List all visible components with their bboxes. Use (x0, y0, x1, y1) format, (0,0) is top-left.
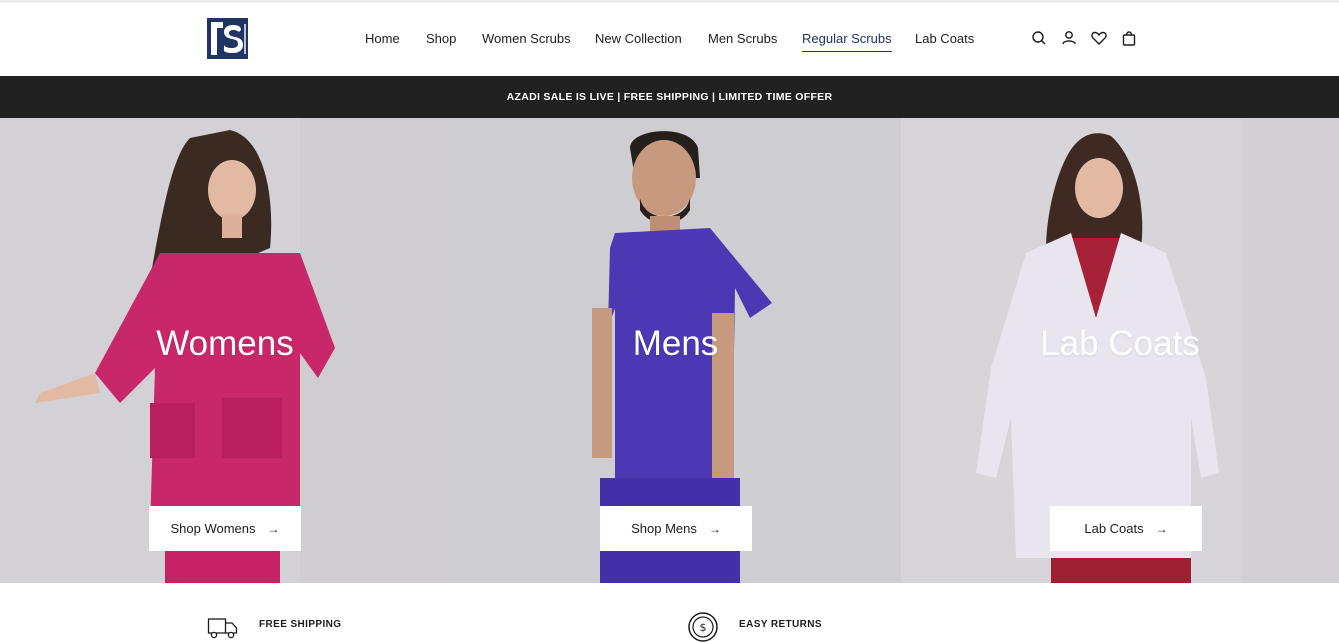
dollar-coin-icon: $ (688, 612, 718, 642)
cart-bag-icon[interactable] (1120, 29, 1138, 47)
arrow-right-icon: → (708, 522, 721, 536)
womens-panel[interactable]: Womens Shop Womens → (0, 118, 450, 583)
shop-womens-button[interactable]: Shop Womens → (149, 506, 301, 551)
mens-title: Mens (632, 324, 719, 363)
womens-title: Womens (156, 324, 294, 363)
nav-shop[interactable]: Shop (426, 31, 456, 46)
shop-womens-label: Shop Womens (170, 521, 256, 536)
shop-lab-coats-button[interactable]: Lab Coats → (1050, 506, 1202, 551)
arrow-right-icon: → (267, 522, 280, 536)
nav-men-scrubs[interactable]: Men Scrubs (708, 31, 777, 46)
nav-regular-scrubs[interactable]: Regular Scrubs (802, 31, 892, 52)
lab-coats-panel[interactable]: Lab Coats Lab Coats → (901, 118, 1339, 583)
mens-panel[interactable]: Mens Shop Mens → (450, 118, 901, 583)
shop-lab-coats-label: Lab Coats (1084, 521, 1144, 536)
svg-text:$: $ (700, 621, 707, 634)
free-shipping-label: FREE SHIPPING (259, 619, 342, 630)
shop-mens-button[interactable]: Shop Mens → (600, 506, 752, 551)
nav-home[interactable]: Home (365, 31, 400, 46)
features-bar: FREE SHIPPING $ EASY RETURNS (0, 583, 1339, 642)
site-header: Home Shop Women Scrubs New Collection Me… (0, 3, 1339, 76)
nav-lab-coats[interactable]: Lab Coats (915, 31, 974, 46)
nav-women-scrubs[interactable]: Women Scrubs (482, 31, 571, 46)
main-nav: Home Shop Women Scrubs New Collection Me… (0, 3, 1339, 76)
category-hero: Womens Shop Womens → Mens Shop Mens → La… (0, 118, 1339, 583)
arrow-right-icon: → (1155, 522, 1168, 536)
wishlist-heart-icon[interactable] (1090, 29, 1108, 47)
easy-returns-label: EASY RETURNS (739, 619, 822, 630)
lab-coats-title: Lab Coats (1040, 324, 1200, 363)
announcement-bar: AZADI SALE IS LIVE | FREE SHIPPING | LIM… (0, 76, 1339, 118)
nav-new-collection[interactable]: New Collection (595, 31, 682, 46)
delivery-truck-icon (207, 618, 238, 639)
account-icon[interactable] (1060, 29, 1078, 47)
shop-mens-label: Shop Mens (631, 521, 697, 536)
search-icon[interactable] (1030, 29, 1048, 47)
